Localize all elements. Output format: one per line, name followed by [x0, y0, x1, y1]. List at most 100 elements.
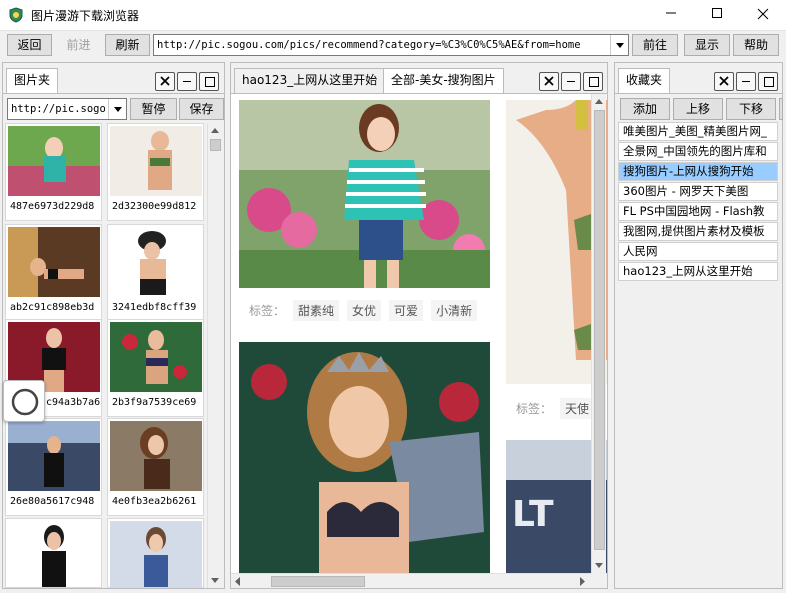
- thumbnail-item[interactable]: ab2c91c898eb3d: [5, 224, 102, 322]
- thumbnail-item[interactable]: 26e80a5617c948: [5, 418, 102, 516]
- tab-divider: [615, 93, 782, 94]
- thumbnail-item[interactable]: [107, 518, 204, 588]
- thumbnail-caption: 487e6973d229d8: [10, 201, 95, 212]
- center-minimize-button[interactable]: [561, 72, 581, 91]
- folder-url-text: http://pic.sogo: [11, 103, 106, 115]
- tab-image-folder[interactable]: 图片夹: [6, 68, 59, 93]
- tag-chip[interactable]: 天使: [560, 398, 595, 419]
- close-icon: [544, 76, 554, 86]
- maximize-icon: [712, 8, 722, 18]
- card1-tags: 标签： 甜素纯 女优 可爱 小清新: [249, 300, 478, 321]
- favorite-item[interactable]: hao123_上网从这里开始: [618, 262, 778, 281]
- favorites-panel: 收藏夹 添加 上移 下移 唯美图片_美图_精美图片网_ 全景网_中国领先的图片库…: [614, 62, 783, 589]
- refresh-button[interactable]: 刷新: [105, 34, 150, 56]
- left-close-button[interactable]: [155, 72, 175, 91]
- show-button[interactable]: 显示: [684, 34, 730, 56]
- thumbnail-image: [8, 227, 100, 297]
- tag-label: 标签：: [516, 402, 553, 416]
- scroll-down-icon[interactable]: [208, 573, 223, 588]
- photo-girl-flowers[interactable]: [239, 100, 490, 288]
- thumbnail-image: [110, 322, 202, 392]
- thumbnail-item[interactable]: 487e6973d229d8: [5, 123, 102, 221]
- add-favorite-button[interactable]: 添加: [620, 98, 670, 120]
- svg-text:LT: LT: [512, 494, 554, 535]
- tag-chip[interactable]: 女优: [347, 300, 382, 321]
- url-dropdown-icon[interactable]: [610, 35, 628, 55]
- forward-button[interactable]: 前进: [56, 34, 101, 56]
- scroll-left-icon[interactable]: [233, 577, 243, 586]
- thumbnail-item[interactable]: 2b3f9a7539ce69: [107, 319, 204, 417]
- web-content: 标签： 甜素纯 女优 可爱 小清新 标签： 天使 LT: [231, 93, 607, 573]
- help-button[interactable]: 帮助: [733, 34, 779, 56]
- thumbnail-item[interactable]: 2d32300e99d812: [107, 123, 204, 221]
- minimize-window-button[interactable]: [648, 0, 694, 30]
- scroll-up-icon[interactable]: [592, 94, 607, 109]
- app-shield-icon: [9, 7, 23, 23]
- tab-sogou-pics[interactable]: 全部-美女-搜狗图片: [383, 68, 504, 93]
- favorite-item[interactable]: FL PS中国园地网 - Flash教: [618, 202, 778, 221]
- thumbnail-caption: 26e80a5617c948: [10, 496, 95, 507]
- folder-dropdown-icon[interactable]: [108, 99, 126, 119]
- scroll-down-icon[interactable]: [592, 558, 607, 573]
- thumbnail-image: [8, 126, 100, 196]
- thumbnail-image: [110, 227, 202, 297]
- thumbnail-item[interactable]: 4e0fb3ea2b6261: [107, 418, 204, 516]
- thumbnail-item[interactable]: [5, 518, 102, 588]
- tag-chip[interactable]: 小清新: [431, 300, 478, 321]
- scroll-right-icon[interactable]: [577, 577, 587, 586]
- favorite-item[interactable]: 唯美图片_美图_精美图片网_: [618, 122, 778, 141]
- tag-chip[interactable]: 可爱: [389, 300, 424, 321]
- floating-action-button[interactable]: [3, 380, 45, 422]
- scroll-up-icon[interactable]: [208, 123, 223, 138]
- thumbnail-image: [110, 521, 202, 587]
- right-maximize-button[interactable]: [758, 72, 778, 91]
- thumbnail-image: [8, 421, 100, 491]
- center-vertical-scrollbar[interactable]: [591, 94, 606, 573]
- thumbnail-caption: ab2c91c898eb3d: [10, 302, 95, 313]
- go-button[interactable]: 前往: [632, 34, 678, 56]
- tab-hao123[interactable]: hao123_上网从这里开始: [234, 68, 386, 93]
- thumbnail-image: [8, 521, 100, 587]
- move-down-button[interactable]: 下移: [726, 98, 776, 120]
- save-button[interactable]: 保存: [179, 98, 224, 120]
- window-title: 图片漫游下载浏览器: [31, 9, 140, 23]
- thumbnail-caption: 2d32300e99d812: [112, 201, 197, 212]
- tag-chip[interactable]: 甜素纯: [293, 300, 340, 321]
- close-icon: [757, 8, 769, 20]
- thumbnail-image: [110, 126, 202, 196]
- right-minimize-button[interactable]: [736, 72, 756, 91]
- scroll-thumb[interactable]: [210, 139, 221, 151]
- right-close-button[interactable]: [714, 72, 734, 91]
- favorite-item[interactable]: 我图网,提供图片素材及模板: [618, 222, 778, 241]
- tab-favorites[interactable]: 收藏夹: [618, 68, 671, 93]
- favorite-item[interactable]: 360图片 - 网罗天下美图: [618, 182, 778, 201]
- card2-tags: 标签： 天使: [516, 398, 595, 419]
- favorite-item-selected[interactable]: 搜狗图片-上网从搜狗开始: [618, 162, 778, 181]
- photo-girl-crown[interactable]: [239, 342, 490, 573]
- title-bar: 图片漫游下载浏览器: [0, 0, 786, 31]
- thumbnail-caption: 3241edbf8cff39: [112, 302, 197, 313]
- center-maximize-button[interactable]: [583, 72, 603, 91]
- more-button[interactable]: [779, 98, 783, 120]
- url-combobox[interactable]: http://pic.sogou.com/pics/recommend?cate…: [153, 34, 629, 56]
- close-icon: [160, 76, 170, 86]
- center-close-button[interactable]: [539, 72, 559, 91]
- scroll-thumb[interactable]: [271, 576, 365, 587]
- back-button[interactable]: 返回: [7, 34, 52, 56]
- favorite-item[interactable]: 全景网_中国领先的图片库和: [618, 142, 778, 161]
- pause-button[interactable]: 暂停: [130, 98, 177, 120]
- tab-divider: [3, 93, 224, 94]
- move-up-button[interactable]: 上移: [673, 98, 723, 120]
- thumbnail-item[interactable]: 3241edbf8cff39: [107, 224, 204, 322]
- scroll-thumb[interactable]: [594, 110, 605, 550]
- favorite-item[interactable]: 人民网: [618, 242, 778, 261]
- browser-panel: hao123_上网从这里开始 全部-美女-搜狗图片 标签： 甜素纯 女优 可爱 小清新: [230, 62, 608, 589]
- close-icon: [719, 76, 729, 86]
- folder-url-combobox[interactable]: http://pic.sogo: [7, 98, 127, 120]
- maximize-window-button[interactable]: [694, 0, 740, 30]
- left-maximize-button[interactable]: [199, 72, 219, 91]
- center-horizontal-scrollbar[interactable]: [231, 573, 591, 588]
- left-vertical-scrollbar[interactable]: [207, 123, 222, 588]
- close-window-button[interactable]: [740, 0, 786, 30]
- left-minimize-button[interactable]: [177, 72, 197, 91]
